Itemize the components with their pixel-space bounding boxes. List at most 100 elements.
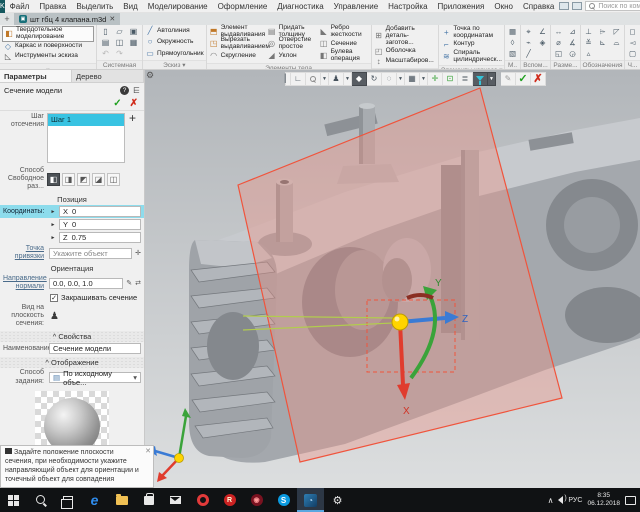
anchor-object-field[interactable]: Укажите объект [49,248,132,259]
placement-mode-3-button[interactable]: ◩ [77,173,90,186]
modes-group-collapse[interactable]: ⌄ [0,63,96,69]
coordinate-x-field[interactable]: X0 [59,206,141,217]
app-red-button[interactable]: R [216,488,243,512]
filter-dropdown-icon[interactable]: ▼ [488,72,496,86]
tool-icon[interactable]: ◱ [552,48,565,59]
draft-button[interactable]: ◢Уклон [267,50,319,62]
layers-icon[interactable]: ≣ [458,72,473,86]
menu-settings[interactable]: Настройка [383,0,432,13]
tree-structure-icon[interactable]: ⋿ [133,86,140,95]
placement-mode-5-button[interactable]: ◫ [107,173,120,186]
tool-icon[interactable]: ⊾ [596,37,609,48]
menu-window[interactable]: Окно [489,0,518,13]
volume-icon[interactable] [558,496,563,504]
tool-icon[interactable]: ◶ [566,48,579,59]
tool-icon[interactable]: ▵ [582,48,595,59]
redo-icon[interactable]: ↷ [113,48,126,59]
print-icon[interactable]: ▤ [99,37,112,48]
tool-icon[interactable]: ╱ [522,48,535,59]
anchor-picker-icon[interactable]: ✛ [135,249,141,257]
document-tab[interactable]: ▣ шт гбц 4 клапана.m3d ✕ [14,13,120,25]
viewport-confirm-icon[interactable]: ✓ [516,72,531,86]
tool-icon[interactable]: ◊ [506,37,519,48]
orbit-icon[interactable]: ↻ [367,72,382,86]
anchor-point-link[interactable]: Точка привязки [3,245,47,261]
tool-icon[interactable]: ⌀ [552,37,565,48]
command-search-input[interactable]: Поиск по командам (Alt+/) [585,1,640,11]
menu-layout[interactable]: Оформление [213,0,273,13]
pin-icon[interactable]: ► [49,222,57,228]
menu-applications[interactable]: Приложения [433,0,490,13]
tool-icon[interactable]: ⌁ [522,37,535,48]
point-by-coordinates-button[interactable]: +Точка по координатам [441,26,502,40]
tool-icon[interactable]: ⊥ [582,26,595,37]
menu-file[interactable]: Файл [5,0,35,13]
fit-all-icon[interactable]: ✛ [428,72,443,86]
file-explorer-button[interactable] [108,488,135,512]
filter-icon[interactable] [473,72,488,86]
edge-button[interactable]: e [81,488,108,512]
open-file-icon[interactable]: ▱ [113,26,126,37]
scale-button[interactable]: ↕Масштабиров... [374,57,437,67]
hidden-lines-dropdown-icon[interactable]: ▼ [397,72,405,86]
orientation-dropdown-icon[interactable]: ▼ [344,72,352,86]
section-name-field[interactable]: Сечение модели [49,343,141,354]
tool-icon[interactable]: ∠ [536,26,549,37]
edit-pencil-icon[interactable]: ✎ [501,72,516,86]
hint-close-icon[interactable]: ✕ [145,447,151,456]
add-part-blank-button[interactable]: ⊞Добавить деталь-заготов... [374,26,437,47]
tool-icon[interactable]: ◅ [626,37,639,48]
properties-section-header[interactable]: ^ Свойства [0,331,144,342]
panel-gear-icon[interactable]: ⚙ [146,70,154,81]
placement-mode-4-button[interactable]: ◪ [92,173,105,186]
rectangle-button[interactable]: ▭Прямоугольник [145,49,204,59]
tool-icon[interactable]: ▧ [506,48,519,59]
tool-icon[interactable]: ◈ [536,37,549,48]
tab-tree[interactable]: Дерево [72,70,144,82]
window-layout-icon-2[interactable] [572,2,582,10]
tool-icon[interactable]: ⊿ [566,26,579,37]
placement-mode-2-button[interactable]: ◨ [62,173,75,186]
coordinate-y-field[interactable]: Y0 [59,219,141,230]
menu-help[interactable]: Справка [518,0,559,13]
opera-button[interactable] [189,488,216,512]
tray-expand-icon[interactable]: ∧ [548,496,554,505]
tool-icon[interactable]: ∡ [566,37,579,48]
normal-direction-link[interactable]: Направление нормали [3,275,47,291]
save-all-icon[interactable]: ▦ [127,37,140,48]
simple-hole-button[interactable]: ◎Отверстие простое [267,38,319,50]
pin-icon[interactable]: ► [49,209,57,215]
image-mode-icon[interactable]: ▦ [405,72,420,86]
normal-vector-field[interactable]: 0.0, 0.0, 1.0 [49,278,123,289]
flip-normal-icon[interactable]: ⇄ [135,279,141,287]
start-button[interactable] [0,488,27,512]
language-indicator[interactable]: РУС [568,497,582,504]
new-file-icon[interactable]: ▯ [99,26,112,37]
taskbar-search-button[interactable] [27,488,54,512]
zoom-tool-icon[interactable] [306,72,321,86]
tab-close-icon[interactable]: ✕ [109,15,115,23]
edit-normal-icon[interactable]: ✎ [126,279,132,287]
window-layout-icon[interactable] [559,2,569,10]
add-step-button[interactable]: + [129,113,136,123]
tool-icon[interactable]: ⌲ [596,26,609,37]
menu-diagnostics[interactable]: Диагностика [272,0,328,13]
view-on-plane-icon[interactable]: ♟ [50,311,59,322]
tool-icon[interactable]: ◻ [626,26,639,37]
cut-step-list[interactable]: Шаг 1 [47,113,125,163]
boolean-button[interactable]: ◧Булева операция [319,50,369,62]
fill-section-checkbox[interactable]: ✓ [50,294,58,302]
coordinate-z-field[interactable]: Z0.75 [59,232,141,243]
viewport-cancel-icon[interactable]: ✗ [531,72,546,86]
kompas-taskbar-button[interactable]: ◔ [297,488,324,512]
model-scene[interactable]: Y Z X [145,70,640,488]
pin-icon[interactable]: ► [49,235,57,241]
zoom-dropdown-icon[interactable]: ▼ [321,72,329,86]
menu-edit[interactable]: Правка [34,0,71,13]
fillet-button[interactable]: ◠Скругление [209,50,267,62]
placement-free-button[interactable]: ◧ [47,173,60,186]
menu-select[interactable]: Выделить [71,0,118,13]
step-item-selected[interactable]: Шаг 1 [48,114,124,126]
mode-solid-modeling-button[interactable]: ◧Твердотельное моделирование [2,26,94,42]
spiral-button[interactable]: ≋Спираль цилиндрическ... [441,50,502,64]
